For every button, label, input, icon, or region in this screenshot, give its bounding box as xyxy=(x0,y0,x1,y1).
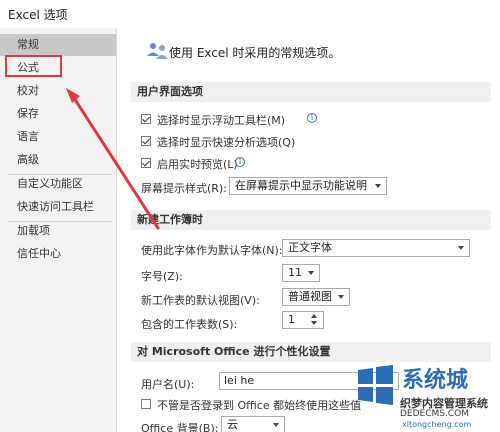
sheet-count-spinner[interactable]: 1 xyxy=(282,311,324,329)
font-size-label: 字号(Z): xyxy=(141,270,183,283)
chevron-down-icon xyxy=(338,295,344,299)
screentip-select[interactable]: 在屏幕提示中显示功能说明 xyxy=(229,177,387,195)
default-font-select[interactable]: 正文字体 xyxy=(282,239,470,257)
sidebar-item-general[interactable]: 常规 xyxy=(0,34,116,56)
mini-toolbar-label: 选择时显示浮动工具栏(M) xyxy=(157,114,286,127)
title-bar: Excel 选项 xyxy=(0,0,500,28)
sidebar-item-language[interactable]: 语言 xyxy=(0,126,116,148)
screentip-value: 在屏幕提示中显示功能说明 xyxy=(235,179,367,192)
default-view-label: 新工作表的默认视图(V): xyxy=(141,294,260,307)
sidebar-item-add-ins[interactable]: 加载项 xyxy=(0,220,116,242)
spin-down-icon[interactable] xyxy=(311,321,317,325)
sidebar-item-advanced[interactable]: 高级 xyxy=(0,149,116,171)
username-label: 用户名(U): xyxy=(141,378,195,391)
chevron-down-icon xyxy=(375,184,381,188)
font-size-value: 11 xyxy=(288,266,302,279)
chevron-down-icon xyxy=(458,246,464,250)
page-description: 使用 Excel 时采用的常规选项。 xyxy=(169,46,341,60)
sidebar-item-trust-center[interactable]: 信任中心 xyxy=(0,243,116,265)
default-font-label: 使用此字体作为默认字体(N): xyxy=(141,244,283,257)
sheet-count-label: 包含的工作表数(S): xyxy=(141,318,238,331)
info-icon[interactable]: i xyxy=(307,113,317,123)
default-font-value: 正文字体 xyxy=(288,241,332,254)
quick-analysis-label: 选择时显示快速分析选项(Q) xyxy=(157,136,296,149)
always-use-checkbox[interactable] xyxy=(141,399,151,409)
font-size-select[interactable]: 11 xyxy=(282,264,320,282)
watermark-url: xitongcheng.com xyxy=(402,420,472,429)
sidebar-item-save[interactable]: 保存 xyxy=(0,103,116,125)
section-personalize: 对 Microsoft Office 进行个性化设置 xyxy=(131,342,491,362)
chevron-down-icon xyxy=(308,271,314,275)
people-icon xyxy=(147,43,168,59)
sidebar-item-quick-access-toolbar[interactable]: 快速访问工具栏 xyxy=(0,196,116,218)
watermark-subtext: DEDECMS.COM xyxy=(400,409,469,419)
windows-logo-icon xyxy=(358,365,393,405)
default-view-value: 普通视图 xyxy=(288,290,332,303)
screentip-label: 屏幕提示样式(R): xyxy=(141,182,227,195)
watermark-brand: 系统城 xyxy=(402,368,469,393)
window-title: Excel 选项 xyxy=(8,8,68,22)
info-icon[interactable]: i xyxy=(235,157,245,167)
sidebar-item-customize-ribbon[interactable]: 自定义功能区 xyxy=(0,173,116,195)
username-value: lei he xyxy=(224,374,255,387)
chevron-down-icon xyxy=(273,423,279,427)
section-new-workbook: 新建工作簿时 xyxy=(131,210,491,230)
always-use-label: 不管是否登录到 Office 都始终使用这些值 xyxy=(157,399,362,412)
watermark: 系统城 织梦内容管理系统 DEDECMS.COM xitongcheng.com xyxy=(350,360,500,432)
quick-analysis-checkbox[interactable] xyxy=(141,136,151,146)
section-ui-options: 用户界面选项 xyxy=(131,82,491,102)
default-view-select[interactable]: 普通视图 xyxy=(282,288,350,306)
live-preview-label: 启用实时预览(L) xyxy=(157,158,238,171)
office-background-value: 云 xyxy=(227,418,238,431)
sidebar-item-proofing[interactable]: 校对 xyxy=(0,80,116,102)
mini-toolbar-checkbox[interactable] xyxy=(141,114,151,124)
sheet-count-value: 1 xyxy=(288,313,295,326)
sidebar: 常规 公式 校对 保存 语言 高级 自定义功能区 快速访问工具栏 加载项 信任中… xyxy=(0,28,116,432)
annotation-highlight-box xyxy=(5,55,62,77)
office-background-select[interactable]: 云 xyxy=(221,416,285,432)
spin-up-icon[interactable] xyxy=(311,314,317,318)
office-background-label: Office 背景(B): xyxy=(141,422,219,432)
live-preview-checkbox[interactable] xyxy=(141,158,151,168)
